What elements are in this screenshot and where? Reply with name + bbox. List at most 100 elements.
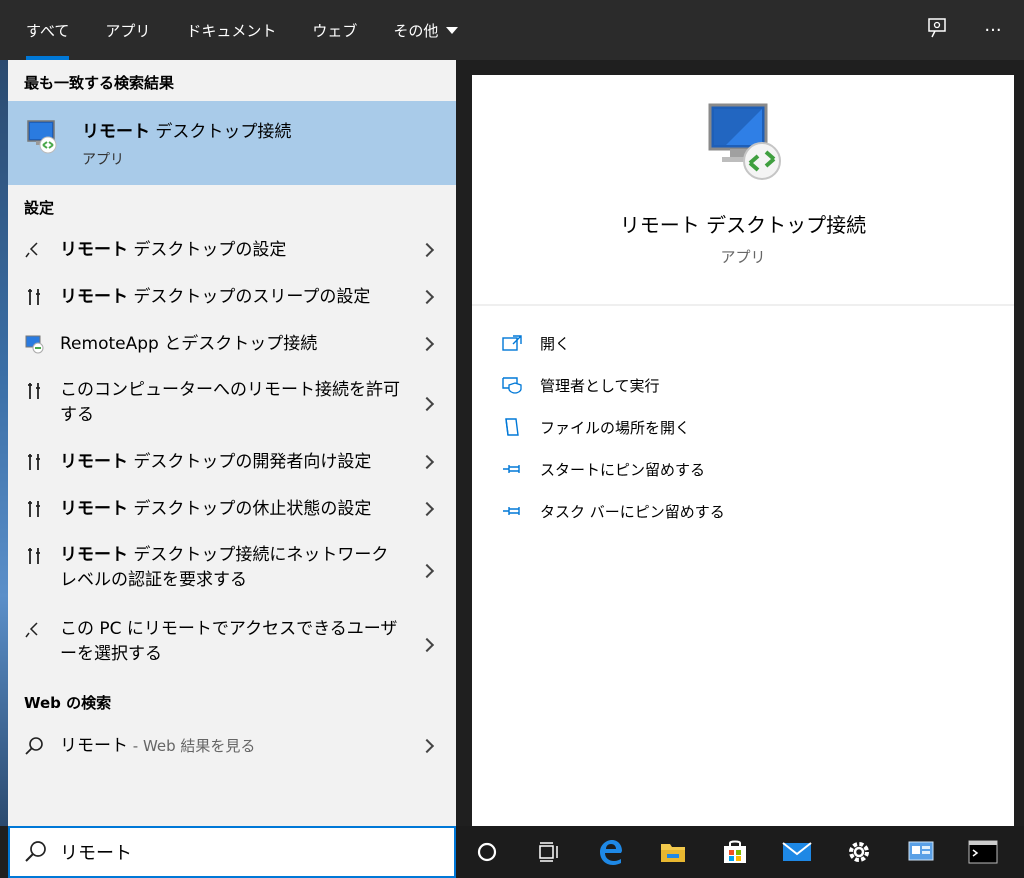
caret-down-icon: [446, 26, 459, 34]
settings-item-label: リモート デスクトップのスリープの設定: [60, 285, 400, 310]
tab-label: アプリ: [105, 21, 151, 40]
best-match-item[interactable]: リモート デスクトップ接続 アプリ: [8, 101, 456, 185]
web-search-item[interactable]: リモート - Web 結果を見る: [8, 724, 456, 768]
settings-item-label: RemoteApp とデスクトップ接続: [60, 332, 400, 357]
tab-label: その他: [393, 21, 439, 40]
settings-item-label: リモート デスクトップの休止状態の設定: [60, 497, 400, 522]
best-match-header: 最も一致する検索結果: [24, 74, 175, 92]
run-as-admin-icon: [500, 375, 524, 395]
preview-title: リモート デスクトップ接続: [619, 213, 867, 237]
action-pin-to-start[interactable]: スタートにピン留めする: [500, 457, 705, 481]
chevron-right-icon: [419, 501, 435, 517]
remote-icon: [24, 620, 44, 640]
label-bold: リモート: [60, 499, 128, 519]
settings-item[interactable]: RemoteApp とデスクトップ接続: [8, 322, 456, 366]
tab-label: すべて: [26, 21, 70, 40]
filter-tabs: すべて アプリ ドキュメント ウェブ その他: [8, 0, 476, 60]
label-bold: リモート: [60, 287, 128, 307]
tab-more[interactable]: その他: [375, 0, 476, 60]
action-label: スタートにピン留めする: [540, 460, 706, 479]
label-rest: RemoteApp とデスクトップ接続: [60, 334, 318, 354]
settings-item-label: この PC にリモートでアクセスできるユーザーを選択する: [60, 617, 400, 667]
cortana-icon[interactable]: [456, 826, 518, 878]
chevron-right-icon: [419, 242, 435, 258]
search-box[interactable]: [8, 826, 456, 878]
search-icon: [25, 841, 46, 862]
tab-apps[interactable]: アプリ: [87, 0, 168, 60]
label-rest: この PC にリモートでアクセスできるユーザーを選択する: [60, 619, 398, 664]
divider: [472, 304, 1014, 306]
settings-tool-icon: [24, 287, 44, 307]
tab-label: ドキュメント: [186, 21, 277, 40]
settings-item-label: リモート デスクトップ接続にネットワーク レベルの認証を要求する: [60, 543, 400, 593]
action-open-file-location[interactable]: ファイルの場所を開く: [500, 415, 690, 439]
edge-icon[interactable]: [580, 826, 642, 878]
task-view-icon[interactable]: [518, 826, 580, 878]
action-label: タスク バーにピン留めする: [540, 502, 725, 521]
settings-item[interactable]: この PC にリモートでアクセスできるユーザーを選択する: [8, 608, 456, 676]
chevron-right-icon: [419, 336, 435, 352]
chevron-right-icon: [419, 289, 435, 305]
label-rest: デスクトップの開発者向け設定: [128, 452, 372, 472]
best-match-subtitle: アプリ: [82, 152, 124, 168]
results-panel: 最も一致する検索結果 リモート デスクトップ接続 アプリ 設定 リモート デスク…: [8, 60, 456, 826]
remote-icon: [24, 240, 44, 260]
web-search-label: リモート - Web 結果を見る: [60, 734, 400, 759]
feedback-icon[interactable]: [924, 17, 950, 44]
action-open[interactable]: 開く: [500, 331, 570, 355]
file-location-icon: [500, 417, 524, 437]
chevron-right-icon: [419, 396, 435, 412]
mail-icon[interactable]: [766, 826, 828, 878]
best-match-title: リモート デスクトップ接続: [82, 117, 291, 142]
pin-icon: [500, 459, 524, 479]
chevron-right-icon: [419, 738, 435, 754]
taskbar: [456, 826, 1024, 878]
remoteapp-icon: [24, 334, 44, 354]
label-rest: このコンピューターへのリモート接続を許可する: [60, 380, 400, 425]
settings-item[interactable]: リモート デスクトップの開発者向け設定: [8, 440, 456, 484]
best-match-title-rest: デスクトップ接続: [150, 122, 292, 142]
tab-web[interactable]: ウェブ: [294, 0, 375, 60]
preview-subtitle: アプリ: [720, 248, 766, 266]
chevron-right-icon: [419, 563, 435, 579]
label-rest: デスクトップのスリープの設定: [128, 287, 371, 307]
cmd-icon[interactable]: [952, 826, 1014, 878]
more-icon[interactable]: ···: [980, 20, 1006, 41]
label-rest: デスクトップの設定: [128, 240, 287, 260]
web-query: リモート: [60, 736, 128, 756]
settings-tool-icon: [24, 381, 44, 401]
pin-icon: [500, 501, 524, 521]
settings-item[interactable]: このコンピューターへのリモート接続を許可する: [8, 369, 456, 437]
remote-desktop-large-icon: [708, 103, 781, 180]
settings-header: 設定: [24, 199, 55, 217]
search-input[interactable]: [60, 838, 440, 866]
label-bold: リモート: [60, 240, 128, 260]
label-bold: リモート: [60, 545, 128, 565]
desktop-background: [0, 60, 8, 826]
file-explorer-icon[interactable]: [642, 826, 704, 878]
settings-icon[interactable]: [828, 826, 890, 878]
settings-item[interactable]: リモート デスクトップ接続にネットワーク レベルの認証を要求する: [8, 534, 456, 602]
action-label: ファイルの場所を開く: [540, 418, 691, 437]
control-panel-icon[interactable]: [890, 826, 952, 878]
tab-label: ウェブ: [312, 21, 358, 40]
tab-documents[interactable]: ドキュメント: [168, 0, 294, 60]
chevron-right-icon: [419, 637, 435, 653]
settings-item[interactable]: リモート デスクトップの休止状態の設定: [8, 487, 456, 531]
tab-all[interactable]: すべて: [8, 0, 87, 60]
action-pin-to-taskbar[interactable]: タスク バーにピン留めする: [500, 499, 725, 523]
search-icon: [24, 736, 44, 756]
settings-item[interactable]: リモート デスクトップの設定: [8, 228, 456, 272]
action-label: 管理者として実行: [540, 376, 660, 395]
settings-item-label: リモート デスクトップの開発者向け設定: [60, 450, 400, 475]
open-icon: [500, 333, 524, 353]
settings-tool-icon: [24, 499, 44, 519]
web-suffix: - Web 結果を見る: [128, 737, 256, 755]
action-run-as-admin[interactable]: 管理者として実行: [500, 373, 660, 397]
action-label: 開く: [540, 334, 571, 353]
web-search-header: Web の検索: [24, 694, 112, 712]
chevron-right-icon: [419, 454, 435, 470]
store-icon[interactable]: [704, 826, 766, 878]
settings-item[interactable]: リモート デスクトップのスリープの設定: [8, 275, 456, 319]
search-filter-bar: すべて アプリ ドキュメント ウェブ その他 ···: [0, 0, 1024, 60]
